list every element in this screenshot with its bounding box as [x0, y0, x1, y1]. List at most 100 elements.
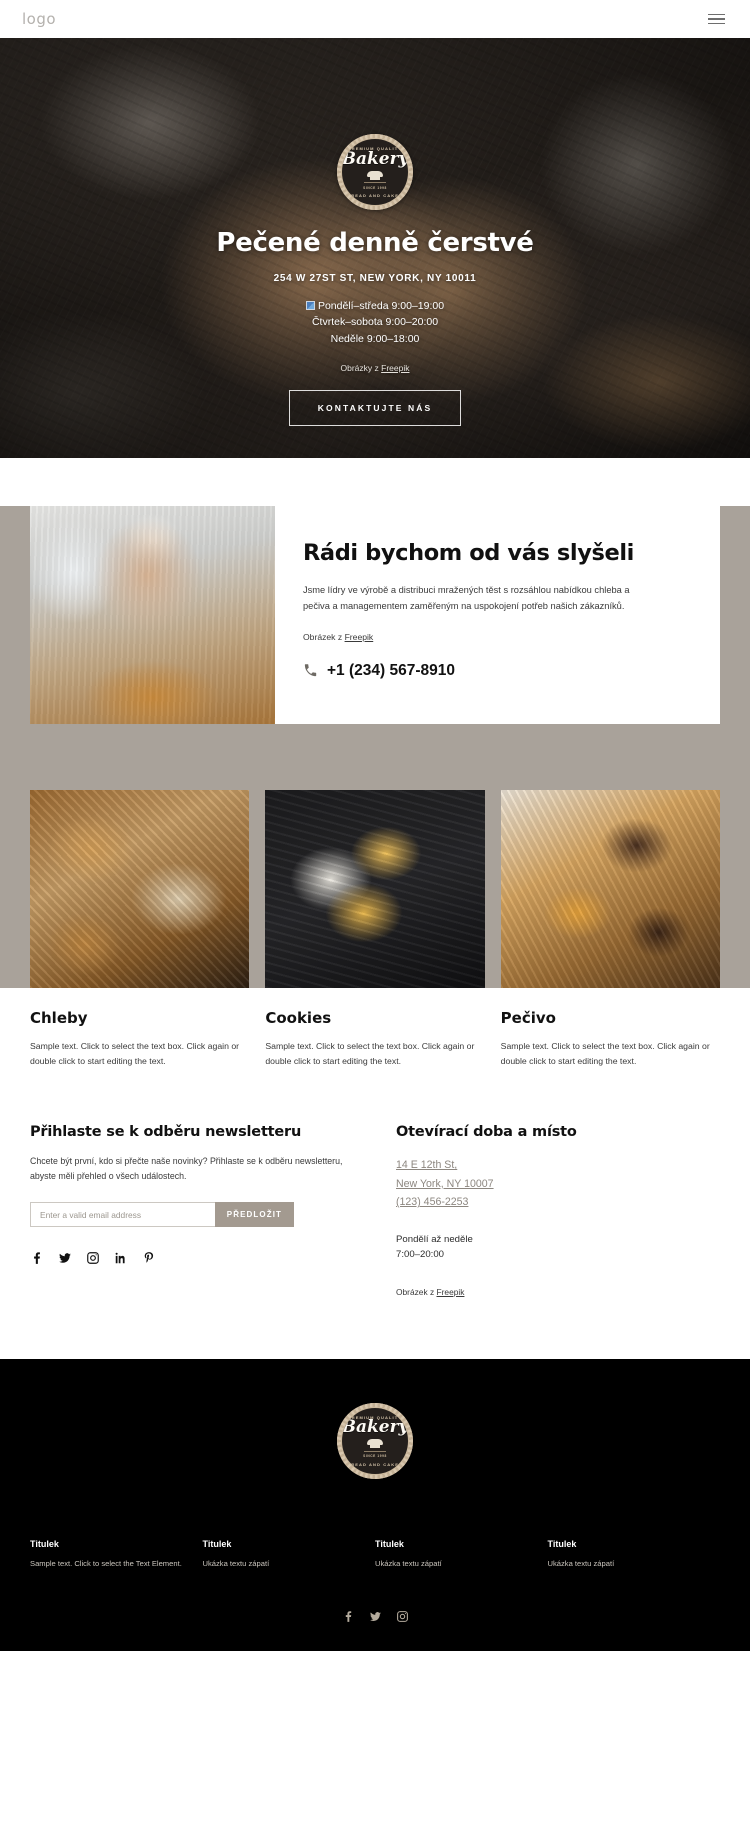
- taupe-section: Rádi bychom od vás slyšeli Jsme lídry ve…: [0, 506, 750, 988]
- about-title: Rádi bychom od vás slyšeli: [303, 540, 634, 566]
- hours-time: 7:00–20:00: [396, 1249, 445, 1261]
- address-line-2[interactable]: New York, NY 10007: [396, 1175, 720, 1194]
- gallery-text: Sample text. Click to select the text bo…: [500, 1041, 710, 1066]
- badge-since: SINCE 1998: [363, 185, 387, 190]
- newsletter-form: PŘEDLOŽIT: [30, 1202, 294, 1228]
- about-card: Rádi bychom od vás slyšeli Jsme lídry ve…: [30, 506, 720, 724]
- hamburger-bar: [708, 13, 725, 16]
- about-paragraph: Jsme lídry ve výrobě a distribuci mražen…: [303, 585, 630, 611]
- footer-column: Titulek Sample text. Click to select the…: [30, 1539, 203, 1571]
- instagram-icon[interactable]: [86, 1251, 100, 1265]
- facebook-icon[interactable]: [30, 1251, 44, 1265]
- badge-wordmark: Bakery: [341, 148, 409, 169]
- submit-button[interactable]: PŘEDLOŽIT: [214, 1202, 294, 1228]
- hero-hours-line: Pondělí–středa 9:00–19:00: [317, 300, 445, 312]
- hero-address: 254 W 27ST ST, NEW YORK, NY 10011: [273, 273, 477, 284]
- email-input[interactable]: [30, 1202, 215, 1228]
- hero-title: Pečené denně čerstvé: [216, 228, 534, 258]
- phone-icon: [304, 664, 317, 677]
- newsletter-title: Přihlaste se k odběru newsletteru: [30, 1124, 302, 1141]
- about-image-credit: Obrázek z Freepik: [303, 632, 690, 642]
- gallery-caption-item: Pečivo Sample text. Click to select the …: [501, 988, 720, 1068]
- footer-column-title: Titulek: [375, 1538, 404, 1549]
- footer-social-links: [30, 1610, 720, 1623]
- footer-column-text: Ukázka textu zápatí: [547, 1558, 615, 1568]
- badge-arc-bottom: BREAD AND CAKES: [347, 193, 403, 198]
- footer-chef-hat-icon: [365, 1439, 385, 1449]
- contact-us-button[interactable]: KONTAKTUJTE NÁS: [288, 389, 462, 426]
- footer-columns: Titulek Sample text. Click to select the…: [30, 1539, 720, 1571]
- gallery-image-chleby: [30, 790, 250, 988]
- footer-column-text: Ukázka textu zápatí: [375, 1558, 442, 1568]
- address-line-1[interactable]: 14 E 12th St,: [396, 1156, 720, 1175]
- gallery-card: [265, 790, 485, 988]
- footer-badge-arc-top: PREMIUM QUALITY: [347, 1415, 403, 1420]
- gallery-images: [0, 724, 750, 988]
- hamburger-menu-icon[interactable]: [705, 11, 728, 28]
- footer-bakery-seal-badge: PREMIUM QUALITY Bakery SINCE 1998 BREAD …: [337, 1402, 413, 1479]
- location-phone[interactable]: (123) 456-2253: [396, 1193, 720, 1212]
- hero-hours: Pondělí–středa 9:00–19:00 Čtvrtek–sobota…: [0, 298, 750, 347]
- about-phone-number: +1 (234) 567-8910: [327, 661, 455, 679]
- lower-section: Přihlaste se k odběru newsletteru Chcete…: [0, 1068, 750, 1297]
- location-title: Otevírací doba a místo: [396, 1124, 577, 1141]
- footer-badge-arc-bottom: BREAD AND CAKES: [347, 1462, 403, 1467]
- gallery-title: Pečivo: [500, 1009, 556, 1027]
- gallery-text: Sample text. Click to select the text bo…: [30, 1041, 240, 1066]
- hero-section: PREMIUM QUALITY Bakery SINCE 1998 BREAD …: [0, 38, 750, 458]
- social-links: [30, 1251, 348, 1265]
- location-block: Otevírací doba a místo 14 E 12th St, New…: [384, 1124, 720, 1297]
- footer-column-text: Ukázka textu zápatí: [202, 1558, 270, 1568]
- hamburger-bar: [708, 18, 725, 20]
- footer-column-title: Titulek: [202, 1538, 232, 1549]
- hero-credit-prefix: Obrázky z: [340, 362, 382, 373]
- hero-credit-link[interactable]: Freepik: [381, 363, 409, 373]
- gallery-caption-item: Cookies Sample text. Click to select the…: [265, 988, 484, 1068]
- newsletter-paragraph: Chcete být první, kdo si přečte naše nov…: [30, 1156, 343, 1182]
- gallery-title: Chleby: [30, 1009, 88, 1027]
- about-credit-link[interactable]: Freepik: [345, 632, 374, 642]
- facebook-icon[interactable]: [342, 1610, 355, 1623]
- footer-column-title: Titulek: [30, 1538, 59, 1549]
- about-photo: [30, 506, 275, 724]
- badge-arc-top: PREMIUM QUALITY: [347, 146, 403, 151]
- gallery-image-pecivo: [500, 790, 720, 988]
- footer-column: Titulek Ukázka textu zápatí: [203, 1539, 376, 1571]
- chef-hat-icon: [365, 170, 385, 181]
- twitter-icon[interactable]: [369, 1610, 382, 1623]
- about-credit-prefix: Obrázek z: [303, 631, 345, 642]
- site-logo[interactable]: logo: [22, 10, 56, 28]
- location-image-credit: Obrázek z Freepik: [396, 1287, 720, 1297]
- pinterest-icon[interactable]: [142, 1251, 156, 1265]
- gallery-card: [500, 790, 720, 988]
- site-header: logo: [0, 0, 750, 38]
- linkedin-icon[interactable]: [114, 1251, 128, 1265]
- gallery-text: Sample text. Click to select the text bo…: [265, 1041, 475, 1066]
- hours-days: Pondělí až neděle: [396, 1233, 473, 1245]
- location-credit-link[interactable]: Freepik: [437, 1287, 465, 1297]
- gallery-captions: Chleby Sample text. Click to select the …: [0, 988, 750, 1069]
- footer-badge-wordmark: Bakery: [341, 1417, 409, 1438]
- broken-image-icon: [305, 301, 315, 310]
- hero-image-credit: Obrázky z Freepik: [0, 363, 750, 373]
- footer-column: Titulek Ukázka textu zápatí: [375, 1539, 548, 1571]
- footer-column: Titulek Ukázka textu zápatí: [548, 1539, 721, 1571]
- location-credit-prefix: Obrázek z: [396, 1286, 437, 1297]
- footer-column-title: Titulek: [547, 1538, 577, 1549]
- newsletter-block: Přihlaste se k odběru newsletteru Chcete…: [30, 1124, 348, 1297]
- gallery-caption-item: Chleby Sample text. Click to select the …: [30, 988, 249, 1068]
- page-root: logo PREMIUM QUALITY Bakery SINCE 1998 B…: [0, 0, 750, 1652]
- bakery-seal-badge: PREMIUM QUALITY Bakery SINCE 1998 BREAD …: [337, 134, 413, 210]
- gallery-title: Cookies: [265, 1009, 332, 1027]
- hamburger-bar: [708, 22, 725, 25]
- hero-hours-line: Neděle 9:00–18:00: [330, 332, 420, 345]
- hero-hours-line: Čtvrtek–sobota 9:00–20:00: [311, 316, 439, 329]
- instagram-icon[interactable]: [396, 1610, 409, 1623]
- site-footer: PREMIUM QUALITY Bakery SINCE 1998 BREAD …: [0, 1358, 750, 1652]
- twitter-icon[interactable]: [58, 1251, 72, 1265]
- gallery-image-cookies: [265, 790, 485, 988]
- footer-column-text: Sample text. Click to select the Text El…: [30, 1558, 182, 1568]
- about-phone[interactable]: +1 (234) 567-8910: [303, 662, 690, 680]
- location-hours: Pondělí až neděle 7:00–20:00: [396, 1232, 720, 1263]
- footer-badge-since: SINCE 1998: [363, 1454, 387, 1459]
